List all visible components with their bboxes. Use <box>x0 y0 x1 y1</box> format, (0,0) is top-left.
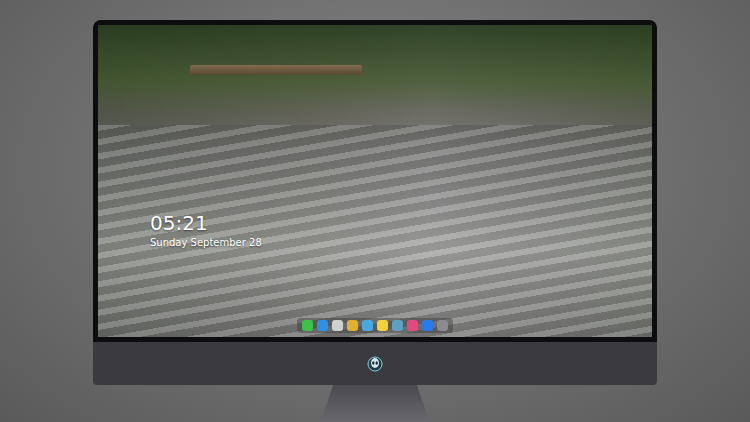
desktop-wallpaper: 05:21 Sunday September 28 <box>98 25 652 337</box>
wallpaper-photo <box>190 65 362 75</box>
monitor-stand <box>320 385 430 422</box>
dock-app-icon[interactable] <box>362 320 373 331</box>
clock-date: Sunday September 28 <box>150 237 262 249</box>
dock <box>297 318 453 333</box>
lock-clock: 05:21 Sunday September 28 <box>150 212 262 249</box>
dock-app-icon[interactable] <box>422 320 433 331</box>
dock-app-icon[interactable] <box>317 320 328 331</box>
monitor-chin <box>93 342 657 385</box>
dock-app-icon[interactable] <box>407 320 418 331</box>
monitor: 05:21 Sunday September 28 <box>93 20 657 422</box>
alien-logo-icon <box>367 356 383 372</box>
dock-app-icon[interactable] <box>302 320 313 331</box>
dock-app-icon[interactable] <box>347 320 358 331</box>
screen-bezel: 05:21 Sunday September 28 <box>93 20 657 342</box>
dock-app-icon[interactable] <box>437 320 448 331</box>
dock-app-icon[interactable] <box>332 320 343 331</box>
dock-app-icon[interactable] <box>392 320 403 331</box>
clock-time: 05:21 <box>150 212 262 235</box>
dock-app-icon[interactable] <box>377 320 388 331</box>
